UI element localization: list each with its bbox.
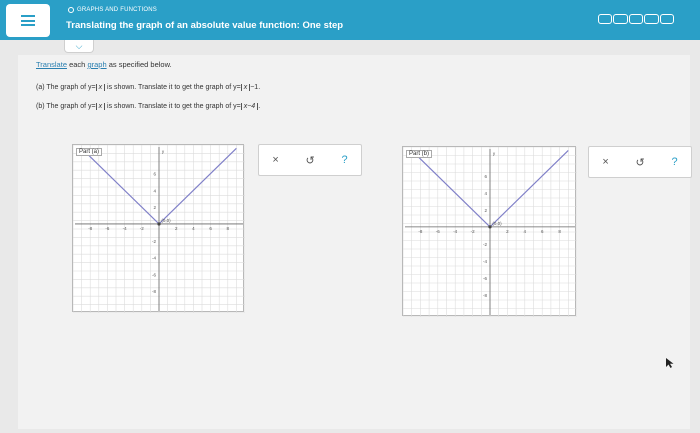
y-tick-label: -4 [152, 256, 156, 261]
origin-label: (0,0) [161, 218, 171, 223]
mouse-cursor-icon [666, 358, 674, 368]
y-tick-label: 4 [153, 188, 156, 193]
x-tick-label: -2 [140, 226, 144, 231]
x-tick-label: -6 [105, 226, 109, 231]
x-tick-label: -6 [436, 229, 440, 234]
x-tick-label: 8 [558, 229, 561, 234]
y-tick-label: -4 [483, 259, 487, 264]
y-tick-label: -6 [152, 272, 156, 277]
top-bar: GRAPHS AND FUNCTIONS Translating the gra… [0, 0, 700, 40]
page-title: Translating the graph of an absolute val… [66, 20, 344, 31]
y-tick-label: 2 [153, 205, 156, 210]
undo-button[interactable]: ↺ [306, 154, 315, 167]
status-dot-icon [68, 7, 74, 13]
chevron-down-icon: ⌵ [75, 40, 83, 51]
x-tick-label: -8 [88, 226, 92, 231]
x-tick-label: 4 [192, 226, 195, 231]
translate-link[interactable]: Translate [36, 60, 67, 69]
section-label: GRAPHS AND FUNCTIONS [68, 7, 157, 13]
graph-a-canvas[interactable]: -8 -6 -4 -2 2 4 6 8642-2-4-6-8(0,0)y [72, 144, 246, 314]
graph-b-tools: × ↺ ? [588, 146, 692, 178]
x-tick-label: 6 [541, 229, 544, 234]
x-tick-label: 8 [227, 226, 230, 231]
x-tick-label: 2 [506, 229, 509, 234]
origin-label: (0,0) [492, 221, 502, 226]
collapse-toggle[interactable]: ⌵ [64, 40, 94, 53]
y-tick-label: -2 [483, 242, 487, 247]
section-name: GRAPHS AND FUNCTIONS [77, 7, 158, 13]
part-a-text: (a) The graph of y= x is shown. Translate… [36, 84, 261, 91]
progress-indicator [598, 14, 675, 24]
x-tick-label: 6 [209, 226, 212, 231]
x-tick-label: -2 [471, 229, 475, 234]
x-tick-label: 4 [524, 229, 527, 234]
x-tick-label: -8 [418, 229, 422, 234]
undo-button[interactable]: ↺ [636, 156, 645, 169]
y-tick-label: 6 [153, 172, 156, 177]
part-b-text: (b) The graph of y= x is shown. Translate… [36, 103, 261, 110]
help-button[interactable]: ? [671, 156, 677, 168]
help-button[interactable]: ? [341, 154, 347, 166]
y-tick-label: 4 [484, 191, 487, 196]
hamburger-icon [21, 15, 35, 26]
y-tick-label: -6 [483, 276, 487, 281]
graph-a-tools: × ↺ ? [258, 144, 362, 176]
y-tick-label: 6 [484, 174, 487, 179]
graph-link[interactable]: graph [87, 60, 106, 69]
y-tick-label: 2 [484, 208, 487, 213]
graph-a-label: Part (a) [76, 148, 103, 156]
y-tick-label: -8 [152, 289, 156, 294]
clear-button[interactable]: × [272, 154, 278, 166]
clear-button[interactable]: × [602, 156, 608, 168]
menu-button[interactable] [6, 4, 50, 37]
graph-b-canvas[interactable]: -8 -6 -4 -2 2 4 6 8642-2-4-6-8(0,0)y [402, 146, 578, 318]
graph-b-label: Part (b) [406, 150, 433, 158]
graph-part-a[interactable]: -8 -6 -4 -2 2 4 6 8 6 4 2 -2 -4 -6 -8 (0,0) y Part (a) [72, 144, 246, 314]
x-tick-label: -4 [453, 229, 457, 234]
x-tick-label: -4 [123, 226, 127, 231]
y-tick-label: -2 [152, 239, 156, 244]
instructions: Translate each graph as specified below. [36, 60, 172, 69]
graph-part-b[interactable]: -8 -6 -4 -2 2 4 6 8 6 4 2 -2 -4 -6 -8 (0,0) y Part (b) [402, 146, 578, 318]
vertex-point [488, 225, 492, 229]
x-tick-label: 2 [175, 226, 178, 231]
y-tick-label: -8 [483, 293, 487, 298]
vertex-point [157, 222, 161, 226]
